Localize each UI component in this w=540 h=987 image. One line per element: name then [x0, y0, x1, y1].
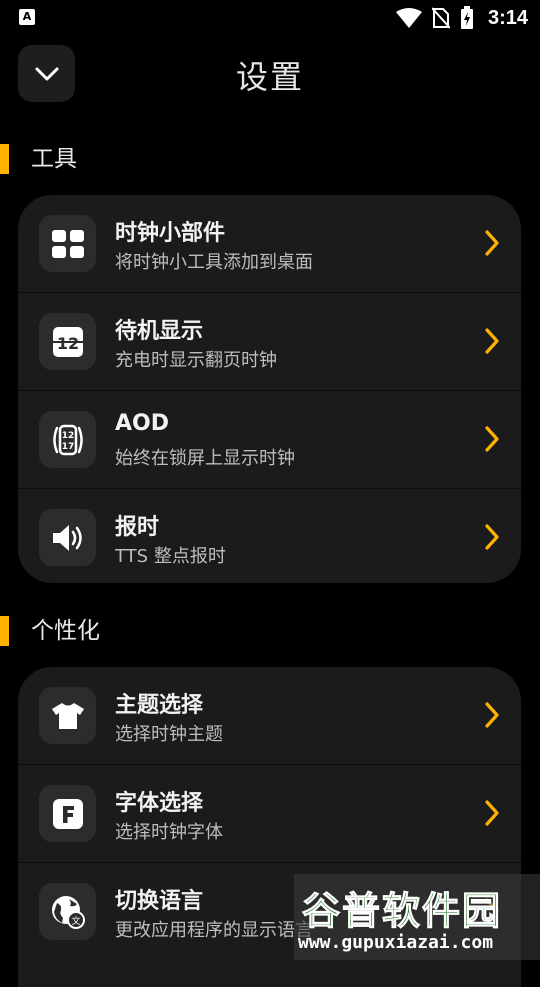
app-notification-icon: A [19, 9, 35, 25]
flip-clock-icon: 12 [39, 313, 96, 370]
tools-card: 时钟小部件 将时钟小工具添加到桌面 12 待机显示 充电时显示翻页时钟 12 17… [18, 195, 521, 583]
item-subtitle: TTS 整点报时 [115, 546, 226, 567]
globe-translate-icon: 文 [39, 883, 96, 940]
svg-text:12: 12 [56, 334, 78, 353]
speaker-icon [39, 509, 96, 566]
watermark-url: www.gupuxiazai.com [298, 932, 494, 953]
status-bar: A 3:14 [0, 0, 540, 36]
list-item-standby-display[interactable]: 12 待机显示 充电时显示翻页时钟 [18, 292, 521, 390]
item-subtitle: 选择时钟主题 [115, 724, 223, 745]
chevron-right-icon [485, 702, 499, 728]
item-title: AOD [115, 411, 169, 436]
svg-text:12: 12 [61, 431, 74, 441]
watch-icon: 12 17 [39, 411, 96, 468]
widgets-icon [39, 215, 96, 272]
watermark: 谷普软件园 www.gupuxiazai.com [294, 874, 540, 960]
item-subtitle: 充电时显示翻页时钟 [115, 350, 277, 371]
wifi-icon [395, 8, 422, 28]
font-icon [39, 785, 96, 842]
svg-text:17: 17 [61, 442, 74, 452]
item-title: 切换语言 [115, 889, 204, 914]
item-subtitle: 选择时钟字体 [115, 822, 223, 843]
watermark-text: 谷普软件园 [301, 889, 503, 934]
chevron-right-icon [485, 230, 499, 256]
svg-text:文: 文 [71, 915, 80, 927]
status-icons: 3:14 [395, 5, 528, 31]
item-subtitle: 将时钟小工具添加到桌面 [115, 252, 313, 273]
item-title: 待机显示 [115, 319, 204, 344]
section-title: 个性化 [31, 618, 100, 644]
list-item-font-select[interactable]: 字体选择 选择时钟字体 [18, 764, 521, 862]
item-subtitle: 更改应用程序的显示语言 [115, 920, 313, 941]
status-time: 3:14 [487, 6, 528, 29]
item-title: 报时 [115, 515, 160, 540]
page-title: 设置 [235, 58, 304, 96]
chevron-right-icon [485, 800, 499, 826]
list-item-theme-select[interactable]: 主题选择 选择时钟主题 [18, 667, 521, 764]
item-title: 时钟小部件 [115, 221, 226, 246]
chevron-right-icon [485, 524, 499, 550]
item-title: 主题选择 [115, 693, 204, 718]
item-subtitle: 始终在锁屏上显示时钟 [115, 448, 295, 469]
section-accent-bar [0, 616, 9, 646]
list-item-aod[interactable]: 12 17 AOD 始终在锁屏上显示时钟 [18, 390, 521, 488]
item-title: 字体选择 [115, 791, 204, 816]
battery-charging-icon [460, 6, 473, 29]
no-sim-icon [431, 7, 450, 29]
tshirt-icon [39, 687, 96, 744]
chevron-right-icon [485, 328, 499, 354]
section-accent-bar [0, 144, 9, 174]
section-title: 工具 [31, 146, 77, 172]
list-item-clock-widget[interactable]: 时钟小部件 将时钟小工具添加到桌面 [18, 195, 521, 292]
list-item-time-announce[interactable]: 报时 TTS 整点报时 [18, 488, 521, 583]
chevron-right-icon [485, 426, 499, 452]
